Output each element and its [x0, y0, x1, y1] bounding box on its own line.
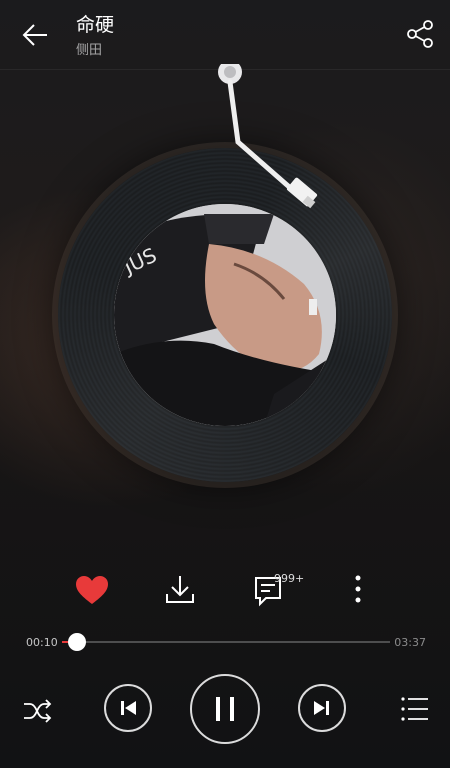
arrow-left-icon [22, 24, 47, 46]
previous-icon [121, 701, 136, 715]
pause-button[interactable] [190, 674, 260, 744]
progress-track[interactable] [62, 633, 390, 651]
like-button[interactable] [70, 568, 114, 612]
tonearm [200, 60, 330, 224]
next-icon [314, 701, 329, 715]
elapsed-time: 00:10 [26, 636, 58, 649]
total-time: 03:37 [394, 636, 426, 649]
download-icon [166, 576, 194, 603]
tonearm-icon [218, 60, 318, 209]
more-button[interactable] [336, 568, 380, 612]
download-button[interactable] [158, 568, 202, 612]
progress-row: 00:10 03:37 [0, 630, 450, 654]
comment-count-badge: 999+ [274, 572, 305, 585]
artist-name: 侧田 [76, 43, 103, 58]
share-button[interactable] [404, 18, 436, 50]
next-button[interactable] [298, 684, 346, 732]
back-button[interactable] [18, 18, 52, 52]
album-cover-art: JUS [114, 204, 336, 426]
previous-button[interactable] [104, 684, 152, 732]
album-cover-image: JUS [114, 204, 336, 426]
shuffle-icon [24, 699, 52, 723]
playlist-icon [401, 697, 428, 721]
shuffle-button[interactable] [20, 694, 54, 728]
heart-icon [76, 576, 108, 604]
share-icon [407, 20, 433, 48]
action-bar [0, 568, 450, 612]
pause-icon [216, 697, 234, 721]
player-header: 命硬 侧田 [0, 0, 450, 68]
progress-thumb[interactable] [68, 633, 87, 651]
playback-controls [0, 674, 450, 750]
song-title: 命硬 [76, 14, 115, 36]
more-vertical-icon [355, 575, 361, 603]
playlist-button[interactable] [398, 692, 432, 726]
